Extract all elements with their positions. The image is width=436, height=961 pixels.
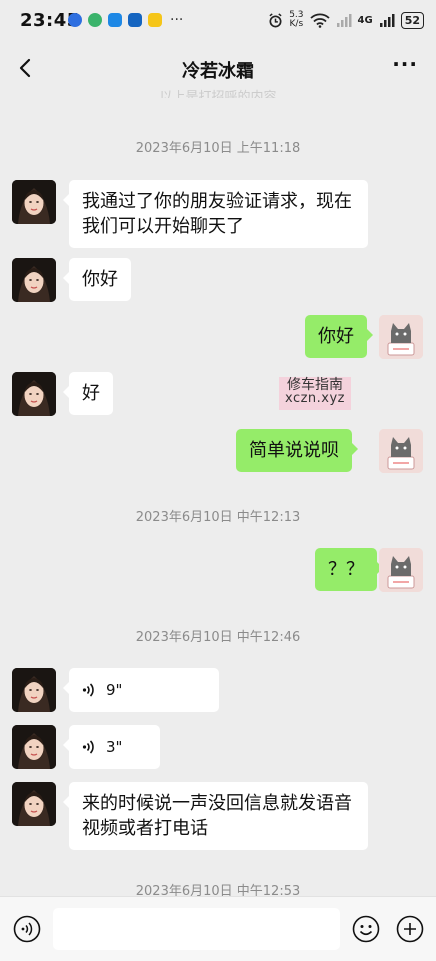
app-notification-icon: [108, 13, 122, 27]
signal-icon: [379, 14, 395, 27]
voice-icon[interactable]: [13, 915, 41, 943]
voice-message[interactable]: 3": [63, 725, 160, 769]
plus-icon[interactable]: [396, 915, 424, 943]
app-notification-icon: [148, 13, 162, 27]
watermark-url: xczn.xyz: [284, 391, 346, 406]
voice-wave-icon: [82, 683, 94, 697]
watermark-title: 修车指南: [287, 377, 343, 393]
message-timestamp: 2023年6月10日 中午12:13: [135, 510, 301, 525]
network-type: 4G: [357, 14, 373, 26]
wifi-icon: [309, 13, 330, 28]
more-icon[interactable]: ···: [392, 52, 418, 76]
app-notification-icon: [88, 13, 102, 27]
voice-duration: 3": [106, 737, 123, 756]
outgoing-message[interactable]: 你好: [305, 315, 373, 358]
app-notification-icon: [128, 13, 142, 27]
contact-avatar[interactable]: [12, 180, 56, 224]
message-input[interactable]: [53, 908, 340, 950]
voice-duration: 9": [106, 680, 123, 699]
status-bar: 23:45 ··· 5.3 K/s 4G 52: [0, 0, 436, 42]
net-speed-unit: K/s: [289, 19, 304, 29]
message-timestamp: 2023年6月10日 中午12:46: [135, 630, 301, 645]
contact-avatar[interactable]: [12, 782, 56, 826]
incoming-message[interactable]: 来的时候说一声没回信息就发语音视频或者打电话: [63, 782, 368, 850]
more-notifications-icon: ···: [170, 12, 184, 28]
faded-greeting-text: 以上是打招呼的内容: [159, 90, 277, 98]
input-bar: [0, 896, 436, 961]
my-avatar[interactable]: [379, 315, 423, 359]
battery-indicator: 52: [400, 11, 424, 29]
alarm-icon: [269, 12, 282, 27]
status-indicators: 5.3 K/s 4G 52: [268, 11, 424, 29]
contact-avatar[interactable]: [12, 372, 56, 416]
voice-message[interactable]: 9": [63, 668, 219, 712]
emoji-icon[interactable]: [352, 915, 380, 943]
voice-wave-icon: [82, 740, 94, 754]
signal-icon: [336, 14, 352, 27]
app-notification-icon: [68, 13, 82, 27]
my-avatar[interactable]: [379, 429, 423, 473]
notification-icons: ···: [68, 12, 183, 28]
my-avatar[interactable]: [379, 548, 423, 592]
incoming-message[interactable]: 我通过了你的朋友验证请求，现在我们可以开始聊天了: [63, 180, 368, 248]
watermark: 修车指南 xczn.xyz: [279, 377, 351, 410]
outgoing-message[interactable]: 简单说说呗: [236, 429, 358, 472]
contact-avatar[interactable]: [12, 668, 56, 712]
contact-avatar[interactable]: [12, 258, 56, 302]
incoming-message[interactable]: 你好: [63, 258, 131, 301]
net-speed: 5.3 K/s: [289, 11, 303, 29]
message-timestamp: 2023年6月10日 上午11:18: [135, 141, 301, 156]
outgoing-message[interactable]: ？？: [315, 548, 383, 591]
contact-avatar[interactable]: [12, 725, 56, 769]
chat-title: 冷若冰霜: [182, 61, 254, 82]
incoming-message[interactable]: 好: [63, 372, 113, 415]
